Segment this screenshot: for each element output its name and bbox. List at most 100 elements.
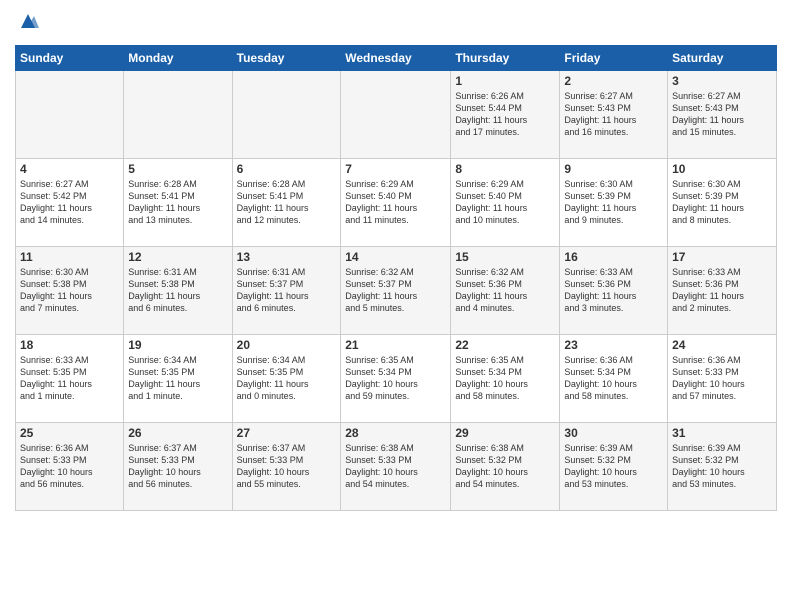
day-number: 15 bbox=[455, 250, 555, 264]
calendar-cell bbox=[124, 71, 232, 159]
calendar-cell: 19 Sunrise: 6:34 AM Sunset: 5:35 PM Dayli… bbox=[124, 335, 232, 423]
day-number: 30 bbox=[564, 426, 663, 440]
day-number: 13 bbox=[237, 250, 337, 264]
day-number: 25 bbox=[20, 426, 119, 440]
calendar-week-row: 1Sunrise: 6:26 AM Sunset: 5:44 PM Daylig… bbox=[16, 71, 777, 159]
day-number: 26 bbox=[128, 426, 227, 440]
logo bbox=[15, 10, 39, 37]
calendar-cell: 12 Sunrise: 6:31 AM Sunset: 5:38 PM Dayli… bbox=[124, 247, 232, 335]
calendar-cell: 14 Sunrise: 6:32 AM Sunset: 5:37 PM Dayli… bbox=[341, 247, 451, 335]
day-info: Sunrise: 6:33 AM Sunset: 5:35 PM Dayligh… bbox=[20, 354, 119, 403]
calendar-header-row: SundayMondayTuesdayWednesdayThursdayFrid… bbox=[16, 46, 777, 71]
day-number: 18 bbox=[20, 338, 119, 352]
day-info: Sunrise: 6:29 AM Sunset: 5:40 PM Dayligh… bbox=[345, 178, 446, 227]
calendar-cell: 29 Sunrise: 6:38 AM Sunset: 5:32 PM Dayli… bbox=[451, 423, 560, 511]
day-info: Sunrise: 6:34 AM Sunset: 5:35 PM Dayligh… bbox=[128, 354, 227, 403]
calendar-cell: 11 Sunrise: 6:30 AM Sunset: 5:38 PM Dayli… bbox=[16, 247, 124, 335]
day-number: 29 bbox=[455, 426, 555, 440]
calendar-cell: 1Sunrise: 6:26 AM Sunset: 5:44 PM Daylig… bbox=[451, 71, 560, 159]
calendar-cell bbox=[341, 71, 451, 159]
day-number: 4 bbox=[20, 162, 119, 176]
day-info: Sunrise: 6:27 AM Sunset: 5:43 PM Dayligh… bbox=[564, 90, 663, 139]
calendar-cell: 8 Sunrise: 6:29 AM Sunset: 5:40 PM Daylig… bbox=[451, 159, 560, 247]
day-info: Sunrise: 6:33 AM Sunset: 5:36 PM Dayligh… bbox=[672, 266, 772, 315]
day-info: Sunrise: 6:28 AM Sunset: 5:41 PM Dayligh… bbox=[128, 178, 227, 227]
day-info: Sunrise: 6:30 AM Sunset: 5:39 PM Dayligh… bbox=[564, 178, 663, 227]
calendar-week-row: 18 Sunrise: 6:33 AM Sunset: 5:35 PM Dayli… bbox=[16, 335, 777, 423]
day-info: Sunrise: 6:37 AM Sunset: 5:33 PM Dayligh… bbox=[237, 442, 337, 491]
day-info: Sunrise: 6:39 AM Sunset: 5:32 PM Dayligh… bbox=[564, 442, 663, 491]
calendar-day-header: Tuesday bbox=[232, 46, 341, 71]
day-number: 14 bbox=[345, 250, 446, 264]
calendar-day-header: Sunday bbox=[16, 46, 124, 71]
calendar-cell: 24Sunrise: 6:36 AM Sunset: 5:33 PM Dayli… bbox=[668, 335, 777, 423]
day-number: 8 bbox=[455, 162, 555, 176]
calendar-week-row: 25 Sunrise: 6:36 AM Sunset: 5:33 PM Dayli… bbox=[16, 423, 777, 511]
calendar-cell: 22Sunrise: 6:35 AM Sunset: 5:34 PM Dayli… bbox=[451, 335, 560, 423]
day-info: Sunrise: 6:34 AM Sunset: 5:35 PM Dayligh… bbox=[237, 354, 337, 403]
calendar-day-header: Wednesday bbox=[341, 46, 451, 71]
day-info: Sunrise: 6:38 AM Sunset: 5:32 PM Dayligh… bbox=[455, 442, 555, 491]
day-number: 20 bbox=[237, 338, 337, 352]
calendar-cell: 21 Sunrise: 6:35 AM Sunset: 5:34 PM Dayli… bbox=[341, 335, 451, 423]
day-info: Sunrise: 6:30 AM Sunset: 5:38 PM Dayligh… bbox=[20, 266, 119, 315]
day-info: Sunrise: 6:35 AM Sunset: 5:34 PM Dayligh… bbox=[345, 354, 446, 403]
day-number: 5 bbox=[128, 162, 227, 176]
calendar-day-header: Thursday bbox=[451, 46, 560, 71]
calendar-cell: 10Sunrise: 6:30 AM Sunset: 5:39 PM Dayli… bbox=[668, 159, 777, 247]
calendar-cell: 7Sunrise: 6:29 AM Sunset: 5:40 PM Daylig… bbox=[341, 159, 451, 247]
calendar-cell: 9 Sunrise: 6:30 AM Sunset: 5:39 PM Daylig… bbox=[560, 159, 668, 247]
day-number: 10 bbox=[672, 162, 772, 176]
calendar-cell: 18 Sunrise: 6:33 AM Sunset: 5:35 PM Dayli… bbox=[16, 335, 124, 423]
day-number: 28 bbox=[345, 426, 446, 440]
calendar-cell: 20 Sunrise: 6:34 AM Sunset: 5:35 PM Dayli… bbox=[232, 335, 341, 423]
day-number: 9 bbox=[564, 162, 663, 176]
day-info: Sunrise: 6:27 AM Sunset: 5:42 PM Dayligh… bbox=[20, 178, 119, 227]
day-number: 21 bbox=[345, 338, 446, 352]
calendar-cell: 6 Sunrise: 6:28 AM Sunset: 5:41 PM Daylig… bbox=[232, 159, 341, 247]
calendar-cell bbox=[16, 71, 124, 159]
calendar-day-header: Friday bbox=[560, 46, 668, 71]
day-info: Sunrise: 6:31 AM Sunset: 5:38 PM Dayligh… bbox=[128, 266, 227, 315]
calendar: SundayMondayTuesdayWednesdayThursdayFrid… bbox=[15, 45, 777, 511]
day-number: 22 bbox=[455, 338, 555, 352]
day-number: 19 bbox=[128, 338, 227, 352]
day-info: Sunrise: 6:37 AM Sunset: 5:33 PM Dayligh… bbox=[128, 442, 227, 491]
calendar-cell: 25 Sunrise: 6:36 AM Sunset: 5:33 PM Dayli… bbox=[16, 423, 124, 511]
calendar-cell: 26 Sunrise: 6:37 AM Sunset: 5:33 PM Dayli… bbox=[124, 423, 232, 511]
day-number: 12 bbox=[128, 250, 227, 264]
day-number: 11 bbox=[20, 250, 119, 264]
calendar-week-row: 4 Sunrise: 6:27 AM Sunset: 5:42 PM Daylig… bbox=[16, 159, 777, 247]
calendar-cell bbox=[232, 71, 341, 159]
calendar-day-header: Saturday bbox=[668, 46, 777, 71]
day-info: Sunrise: 6:36 AM Sunset: 5:34 PM Dayligh… bbox=[564, 354, 663, 403]
day-number: 23 bbox=[564, 338, 663, 352]
calendar-cell: 17Sunrise: 6:33 AM Sunset: 5:36 PM Dayli… bbox=[668, 247, 777, 335]
day-info: Sunrise: 6:28 AM Sunset: 5:41 PM Dayligh… bbox=[237, 178, 337, 227]
calendar-cell: 31 Sunrise: 6:39 AM Sunset: 5:32 PM Dayli… bbox=[668, 423, 777, 511]
day-info: Sunrise: 6:31 AM Sunset: 5:37 PM Dayligh… bbox=[237, 266, 337, 315]
day-number: 1 bbox=[455, 74, 555, 88]
calendar-cell: 16Sunrise: 6:33 AM Sunset: 5:36 PM Dayli… bbox=[560, 247, 668, 335]
day-info: Sunrise: 6:36 AM Sunset: 5:33 PM Dayligh… bbox=[20, 442, 119, 491]
calendar-week-row: 11 Sunrise: 6:30 AM Sunset: 5:38 PM Dayli… bbox=[16, 247, 777, 335]
day-number: 16 bbox=[564, 250, 663, 264]
calendar-cell: 28Sunrise: 6:38 AM Sunset: 5:33 PM Dayli… bbox=[341, 423, 451, 511]
calendar-day-header: Monday bbox=[124, 46, 232, 71]
day-number: 31 bbox=[672, 426, 772, 440]
day-number: 3 bbox=[672, 74, 772, 88]
logo-icon bbox=[17, 10, 39, 32]
calendar-cell: 15Sunrise: 6:32 AM Sunset: 5:36 PM Dayli… bbox=[451, 247, 560, 335]
day-info: Sunrise: 6:27 AM Sunset: 5:43 PM Dayligh… bbox=[672, 90, 772, 139]
calendar-cell: 4 Sunrise: 6:27 AM Sunset: 5:42 PM Daylig… bbox=[16, 159, 124, 247]
day-number: 6 bbox=[237, 162, 337, 176]
calendar-cell: 2Sunrise: 6:27 AM Sunset: 5:43 PM Daylig… bbox=[560, 71, 668, 159]
calendar-cell: 13 Sunrise: 6:31 AM Sunset: 5:37 PM Dayli… bbox=[232, 247, 341, 335]
day-info: Sunrise: 6:39 AM Sunset: 5:32 PM Dayligh… bbox=[672, 442, 772, 491]
day-info: Sunrise: 6:32 AM Sunset: 5:37 PM Dayligh… bbox=[345, 266, 446, 315]
calendar-cell: 23 Sunrise: 6:36 AM Sunset: 5:34 PM Dayli… bbox=[560, 335, 668, 423]
day-info: Sunrise: 6:29 AM Sunset: 5:40 PM Dayligh… bbox=[455, 178, 555, 227]
day-info: Sunrise: 6:36 AM Sunset: 5:33 PM Dayligh… bbox=[672, 354, 772, 403]
header bbox=[15, 10, 777, 37]
page: SundayMondayTuesdayWednesdayThursdayFrid… bbox=[0, 0, 792, 612]
